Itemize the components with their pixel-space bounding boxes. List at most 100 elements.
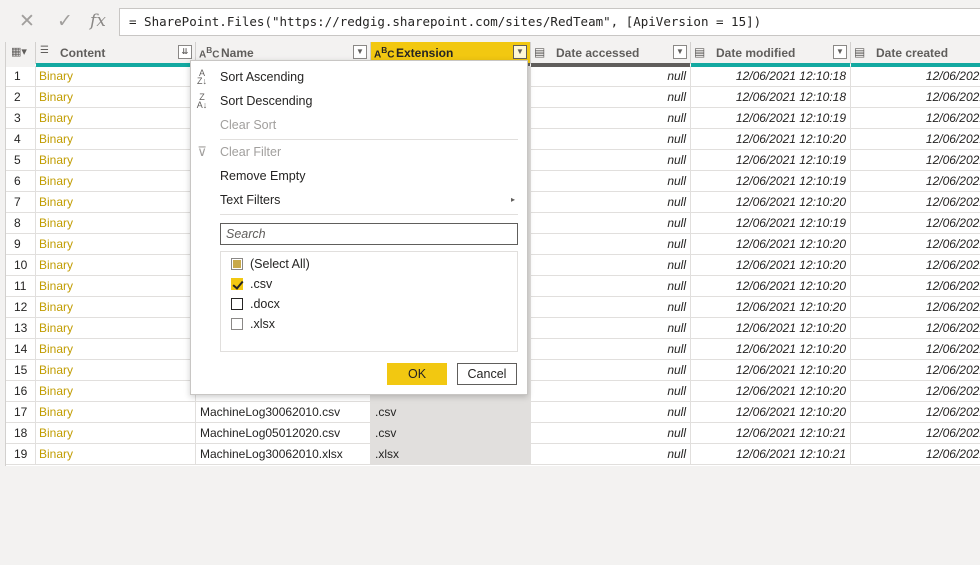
cell-content[interactable]: Binary [36, 234, 196, 255]
search-input[interactable]: Search [220, 223, 518, 245]
cell-date-modified[interactable]: 12/06/2021 12:10:19 [691, 150, 851, 171]
cell-date-created[interactable]: 12/06/2021 12: [851, 318, 980, 339]
cell-date-accessed[interactable]: null [531, 66, 691, 87]
remove-empty-item[interactable]: Remove Empty [191, 165, 527, 187]
cell-date-accessed[interactable]: null [531, 381, 691, 402]
cell-date-created[interactable]: 12/06/2021 12: [851, 129, 980, 150]
cell-content[interactable]: Binary [36, 255, 196, 276]
cell-date-accessed[interactable]: null [531, 444, 691, 465]
cell-date-modified[interactable]: 12/06/2021 12:10:20 [691, 129, 851, 150]
cell-date-accessed[interactable]: null [531, 129, 691, 150]
cell-date-created[interactable]: 12/06/2021 12: [851, 171, 980, 192]
cell-date-accessed[interactable]: null [531, 213, 691, 234]
cell-date-modified[interactable]: 12/06/2021 12:10:20 [691, 234, 851, 255]
cell-date-created[interactable]: 12/06/2021 12: [851, 192, 980, 213]
sort-descending-item[interactable]: Z A↓ Sort Descending [191, 90, 527, 112]
table-row[interactable]: 18 Binary MachineLog05012020.csv .csv null 12… [6, 423, 980, 444]
cell-date-created[interactable]: 12/06/2021 12: [851, 297, 980, 318]
cell-date-created[interactable]: 12/06/2021 12: [851, 276, 980, 297]
cell-content[interactable]: Binary [36, 171, 196, 192]
ok-button[interactable]: OK [387, 363, 447, 385]
cell-date-created[interactable]: 12/06/2021 12: [851, 402, 980, 423]
cell-date-accessed[interactable]: null [531, 87, 691, 108]
cell-date-created[interactable]: 12/06/2021 12: [851, 381, 980, 402]
cell-content[interactable]: Binary [36, 276, 196, 297]
formula-input[interactable]: = SharePoint.Files("https://redgig.share… [119, 8, 980, 36]
cell-content[interactable]: Binary [36, 318, 196, 339]
cell-content[interactable]: Binary [36, 402, 196, 423]
checkbox[interactable] [231, 258, 243, 270]
cell-date-modified[interactable]: 12/06/2021 12:10:20 [691, 402, 851, 423]
cell-date-modified[interactable]: 12/06/2021 12:10:19 [691, 171, 851, 192]
cell-content[interactable]: Binary [36, 87, 196, 108]
filter-option-xlsx[interactable]: .xlsx [231, 314, 275, 334]
cell-date-accessed[interactable]: null [531, 339, 691, 360]
cell-date-created[interactable]: 12/06/2021 12: [851, 213, 980, 234]
cell-date-modified[interactable]: 12/06/2021 12:10:20 [691, 255, 851, 276]
cell-date-accessed[interactable]: null [531, 192, 691, 213]
cell-date-accessed[interactable]: null [531, 171, 691, 192]
cell-content[interactable]: Binary [36, 66, 196, 87]
cell-date-modified[interactable]: 12/06/2021 12:10:21 [691, 444, 851, 465]
table-row[interactable]: 17 Binary MachineLog30062010.csv .csv null 12… [6, 402, 980, 423]
chevron-down-icon[interactable]: ▼ [513, 45, 527, 59]
cell-date-modified[interactable]: 12/06/2021 12:10:20 [691, 381, 851, 402]
cell-content[interactable]: Binary [36, 129, 196, 150]
chevron-down-icon[interactable]: ▼ [833, 45, 847, 59]
filter-option-select-all[interactable]: (Select All) [231, 254, 310, 274]
cell-name[interactable]: MachineLog05012020.csv [196, 423, 371, 444]
cell-content[interactable]: Binary [36, 297, 196, 318]
cell-date-created[interactable]: 12/06/2021 12: [851, 339, 980, 360]
checkbox[interactable] [231, 278, 243, 290]
cell-date-modified[interactable]: 12/06/2021 12:10:18 [691, 66, 851, 87]
cell-date-accessed[interactable]: null [531, 255, 691, 276]
cell-content[interactable]: Binary [36, 444, 196, 465]
expand-icon[interactable]: ⇊ [178, 45, 192, 59]
chevron-down-icon[interactable]: ▼ [353, 45, 367, 59]
cell-date-created[interactable]: 12/06/2021 12: [851, 423, 980, 444]
checkbox[interactable] [231, 298, 243, 310]
cell-date-created[interactable]: 12/06/2021 12: [851, 66, 980, 87]
checkbox[interactable] [231, 318, 243, 330]
text-filters-item[interactable]: Text Filters ▸ [191, 189, 527, 211]
sort-ascending-item[interactable]: A Z↓ Sort Ascending [191, 66, 527, 88]
cell-date-accessed[interactable]: null [531, 234, 691, 255]
cell-date-created[interactable]: 12/06/2021 12: [851, 444, 980, 465]
cell-date-accessed[interactable]: null [531, 423, 691, 444]
cell-date-modified[interactable]: 12/06/2021 12:10:20 [691, 360, 851, 381]
cell-date-modified[interactable]: 12/06/2021 12:10:19 [691, 108, 851, 129]
cell-date-accessed[interactable]: null [531, 318, 691, 339]
cell-extension[interactable]: .xlsx [371, 444, 531, 465]
close-icon[interactable]: ✕ [14, 8, 40, 34]
cell-date-modified[interactable]: 12/06/2021 12:10:20 [691, 318, 851, 339]
cell-date-accessed[interactable]: null [531, 297, 691, 318]
cell-date-modified[interactable]: 12/06/2021 12:10:21 [691, 423, 851, 444]
fx-icon[interactable]: fx [85, 8, 111, 34]
cell-extension[interactable]: .csv [371, 423, 531, 444]
cell-date-modified[interactable]: 12/06/2021 12:10:19 [691, 213, 851, 234]
cell-content[interactable]: Binary [36, 213, 196, 234]
cell-date-created[interactable]: 12/06/2021 12: [851, 255, 980, 276]
cell-content[interactable]: Binary [36, 423, 196, 444]
cell-date-created[interactable]: 12/06/2021 12: [851, 87, 980, 108]
column-header-content[interactable]: ☰ Content ⇊ [36, 42, 196, 67]
cell-date-modified[interactable]: 12/06/2021 12:10:18 [691, 87, 851, 108]
cell-content[interactable]: Binary [36, 339, 196, 360]
cell-extension[interactable]: .csv [371, 402, 531, 423]
cell-date-modified[interactable]: 12/06/2021 12:10:20 [691, 297, 851, 318]
table-menu-button[interactable]: ▦▾ [6, 42, 36, 67]
cell-date-created[interactable]: 12/06/2021 12: [851, 108, 980, 129]
table-row[interactable]: 19 Binary MachineLog30062010.xlsx .xlsx null… [6, 444, 980, 465]
cell-name[interactable]: MachineLog30062010.csv [196, 402, 371, 423]
cell-content[interactable]: Binary [36, 381, 196, 402]
chevron-down-icon[interactable]: ▼ [673, 45, 687, 59]
cell-date-created[interactable]: 12/06/2021 12: [851, 150, 980, 171]
cell-date-modified[interactable]: 12/06/2021 12:10:20 [691, 339, 851, 360]
filter-option-csv[interactable]: .csv [231, 274, 272, 294]
column-header-date-modified[interactable]: ▤ Date modified ▼ [691, 42, 851, 67]
cell-date-accessed[interactable]: null [531, 108, 691, 129]
cell-content[interactable]: Binary [36, 360, 196, 381]
cancel-button[interactable]: Cancel [457, 363, 517, 385]
cell-name[interactable]: MachineLog30062010.xlsx [196, 444, 371, 465]
cell-content[interactable]: Binary [36, 150, 196, 171]
